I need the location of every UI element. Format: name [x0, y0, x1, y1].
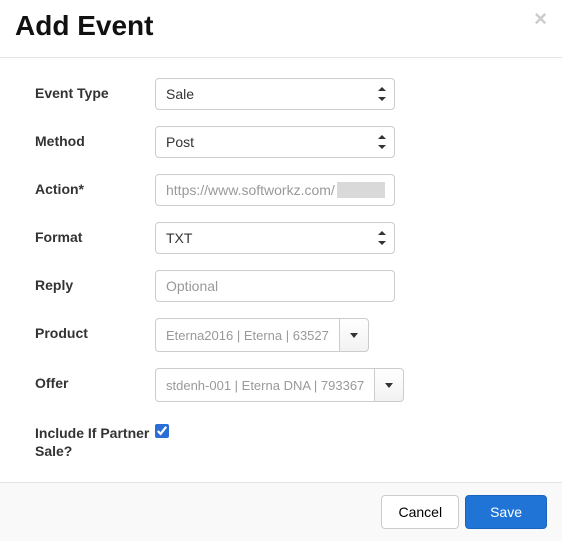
- select-event-type[interactable]: Sale: [155, 78, 395, 110]
- checkbox-include-if[interactable]: [155, 424, 169, 438]
- modal-title: Add Event: [15, 10, 547, 42]
- close-icon[interactable]: ×: [534, 6, 547, 32]
- combo-offer-value[interactable]: stdenh-001 | Eterna DNA | 793367: [155, 368, 374, 402]
- combo-product-value[interactable]: Eterna2016 | Eterna | 63527: [155, 318, 339, 352]
- cancel-button[interactable]: Cancel: [381, 495, 459, 529]
- input-action[interactable]: https://www.softworkz.com/: [155, 174, 395, 206]
- row-action: Action* https://www.softworkz.com/: [35, 174, 527, 206]
- label-offer: Offer: [35, 368, 155, 392]
- updown-icon: [378, 135, 386, 149]
- combo-offer-button[interactable]: [374, 368, 404, 402]
- select-format[interactable]: TXT: [155, 222, 395, 254]
- label-product: Product: [35, 318, 155, 342]
- row-reply: Reply: [35, 270, 527, 302]
- updown-icon: [378, 87, 386, 101]
- redacted-mask: [337, 182, 385, 198]
- select-method-value: Post: [166, 134, 194, 150]
- label-method: Method: [35, 126, 155, 150]
- modal-body: Event Type Sale Method Post: [0, 58, 562, 482]
- save-button[interactable]: Save: [465, 495, 547, 529]
- label-event-type: Event Type: [35, 78, 155, 102]
- row-event-type: Event Type Sale: [35, 78, 527, 110]
- select-method[interactable]: Post: [155, 126, 395, 158]
- label-action: Action*: [35, 174, 155, 198]
- label-format: Format: [35, 222, 155, 246]
- select-event-type-value: Sale: [166, 86, 194, 102]
- chevron-down-icon: [350, 333, 358, 338]
- row-format: Format TXT: [35, 222, 527, 254]
- row-include-if: Include If Partner Sale?: [35, 418, 527, 460]
- modal-header: Add Event ×: [0, 0, 562, 58]
- updown-icon: [378, 231, 386, 245]
- row-method: Method Post: [35, 126, 527, 158]
- select-format-value: TXT: [166, 230, 192, 246]
- input-reply[interactable]: [155, 270, 395, 302]
- row-offer: Offer stdenh-001 | Eterna DNA | 793367: [35, 368, 527, 402]
- modal-footer: Cancel Save: [0, 482, 562, 541]
- add-event-modal: Add Event × Event Type Sale Method Post: [0, 0, 562, 541]
- chevron-down-icon: [385, 383, 393, 388]
- label-include-if: Include If Partner Sale?: [35, 418, 155, 460]
- label-reply: Reply: [35, 270, 155, 294]
- row-product: Product Eterna2016 | Eterna | 63527: [35, 318, 527, 352]
- combo-product-button[interactable]: [339, 318, 369, 352]
- input-action-value: https://www.softworkz.com/: [166, 182, 335, 198]
